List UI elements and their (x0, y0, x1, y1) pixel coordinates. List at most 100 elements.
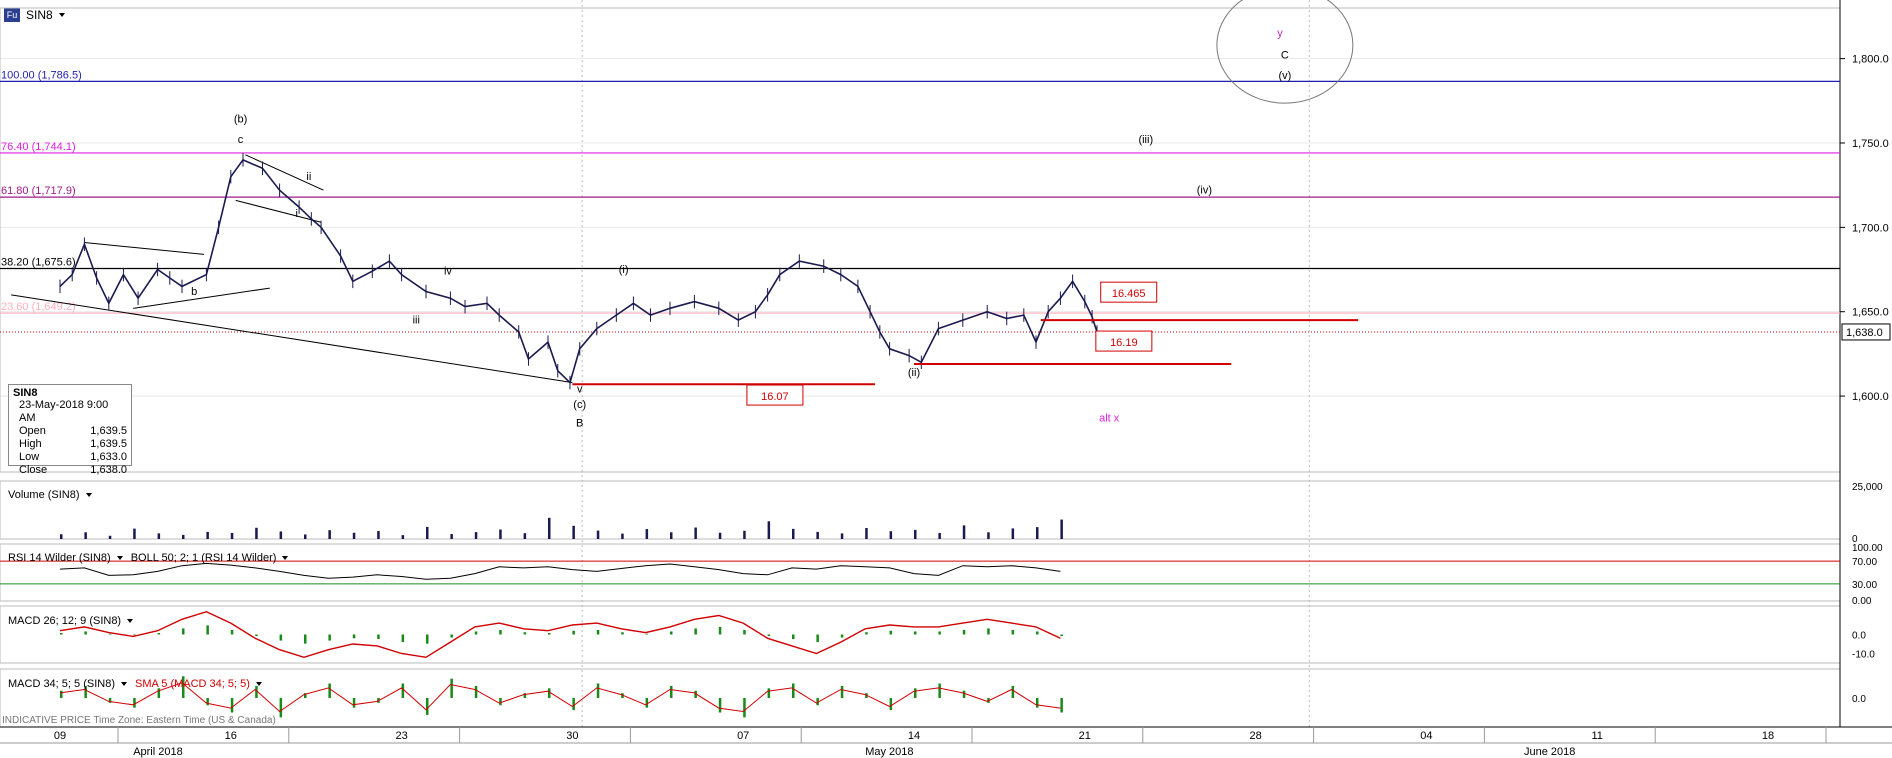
macd1-histogram-bar (499, 629, 502, 635)
macd2-panel-title[interactable]: MACD 34; 5; 5 (SIN8) SMA 5 (MACD 34; 5; 5… (8, 678, 262, 690)
macd1-histogram-bar (328, 634, 331, 641)
wave-label: y (1277, 28, 1283, 40)
macd1-histogram-bar (670, 631, 673, 635)
macd1-histogram-bar (352, 634, 356, 639)
volume-bar (670, 532, 673, 539)
volume-bar (255, 527, 258, 539)
macd1-histogram-bar (572, 630, 575, 635)
x-tick-label: 23 (395, 730, 407, 742)
x-tick-label: 21 (1079, 730, 1091, 742)
trend-line (235, 199, 322, 223)
ohlc-open-row: Open 1,639.5 (13, 425, 127, 438)
volume-panel-title[interactable]: Volume (SIN8) (8, 489, 92, 501)
ohlc-close-label: Close (19, 464, 48, 476)
macd2-histogram-bar (572, 698, 575, 711)
wave-label: (iv) (1197, 185, 1212, 197)
macd1-histogram-bar (474, 631, 478, 635)
macd2-histogram-bar (206, 698, 209, 706)
volume-bar (621, 533, 624, 539)
trend-line (11, 294, 573, 384)
panel-frame (0, 7, 1841, 473)
ohlc-open-value: 1,639.5 (90, 425, 127, 437)
macd2-histogram-bar (962, 690, 966, 698)
x-tick-label: 14 (908, 730, 920, 742)
macd1-histogram-bar (816, 634, 819, 643)
x-tick-label: 30 (566, 730, 578, 742)
volume-bar (1060, 519, 1063, 539)
volume-bar (572, 525, 575, 539)
volume-bar (352, 532, 356, 539)
macd2-histogram-bar (352, 698, 356, 708)
price-chart[interactable]: 100.00 (1,786.5) 76.40 (1,744.1) 61.80 (1,… (0, 0, 1892, 758)
macd1-tick-label: -10.0 (1852, 650, 1875, 661)
macd1-histogram-bar (889, 630, 893, 635)
macd1-histogram-bar (255, 634, 258, 637)
macd1-histogram-bar (182, 628, 185, 635)
ohlc-low-label: Low (19, 451, 40, 463)
volume-bar (792, 528, 795, 539)
chevron-down-icon[interactable] (116, 556, 123, 561)
indicative-price-note: INDICATIVE PRICE Time Zone: Eastern Time… (2, 715, 276, 726)
macd1-histogram-bar (1036, 631, 1039, 635)
macd1-histogram-bar (1060, 634, 1063, 637)
target-label: 16.07 (761, 391, 789, 403)
macd1-histogram-bar (914, 631, 917, 635)
rsi-tick-label: 100.00 (1852, 543, 1883, 554)
x-tick-label: 18 (1762, 730, 1774, 742)
ohlc-low-row: Low 1,633.0 (13, 451, 127, 464)
x-tick-label: 28 (1249, 730, 1261, 742)
panel-frame (0, 480, 1841, 540)
chevron-down-icon[interactable] (282, 556, 289, 561)
chevron-down-icon[interactable] (127, 619, 134, 624)
boll-title: BOLL 50; 2; 1 (RSI 14 Wilder) (130, 552, 277, 564)
volume-bar (938, 532, 941, 539)
fib-level-label: 100.00 (1,786.5) (1, 69, 82, 81)
macd1-histogram-bar (792, 634, 795, 640)
month-label: June 2018 (1524, 746, 1575, 758)
macd1-histogram-bar (548, 632, 551, 635)
macd2-histogram-bar (230, 698, 234, 713)
chevron-down-icon[interactable] (255, 682, 262, 687)
x-tick-label: 07 (737, 730, 749, 742)
volume-bar (450, 534, 453, 539)
chevron-down-icon[interactable] (120, 682, 127, 687)
macd1-histogram-bar (840, 634, 844, 638)
volume-bar (548, 517, 551, 539)
x-tick-label: 16 (225, 730, 237, 742)
volume-bar (523, 533, 527, 539)
target-label: 16.465 (1112, 288, 1146, 300)
last-price-label: 1,638.0 (1846, 327, 1883, 339)
volume-bar (987, 532, 990, 539)
panel-frame (0, 668, 1841, 728)
volume-bar (474, 532, 478, 539)
macd1-panel-title[interactable]: MACD 26; 12; 9 (SIN8) (8, 615, 134, 627)
fib-level-label: 38.20 (1,675.6) (1, 257, 76, 269)
trend-line (245, 154, 324, 191)
volume-bar (230, 532, 234, 539)
macd2-histogram-bar (499, 698, 502, 706)
wave-label: (ii) (908, 367, 920, 379)
volume-bar (60, 534, 63, 539)
volume-bar (767, 521, 771, 539)
macd2-histogram-bar (596, 683, 600, 698)
macd2-histogram-bar (328, 683, 331, 698)
volume-bar (1036, 527, 1039, 539)
macd2-histogram-bar (401, 683, 405, 698)
wave-label: iii (413, 315, 420, 327)
macd1-histogram-bar (377, 634, 380, 640)
macd2-histogram-bar (889, 698, 893, 711)
chevron-down-icon[interactable] (85, 493, 92, 498)
macd1-histogram-bar (621, 632, 624, 635)
wave-label: C (1281, 50, 1289, 62)
volume-bar (840, 533, 844, 539)
macd2-histogram-bar (718, 698, 722, 713)
ohlc-high-row: High 1,639.5 (13, 438, 127, 451)
rsi-tick-label: 0.00 (1852, 596, 1872, 607)
rsi-panel-title[interactable]: RSI 14 Wilder (SIN8) BOLL 50; 2; 1 (RSI 1… (8, 552, 289, 564)
macd1-histogram-bar (279, 634, 283, 641)
macd1-histogram-bar (84, 631, 87, 635)
macd1-histogram-bar (206, 625, 209, 635)
x-tick-label: 11 (1591, 730, 1602, 742)
volume-bar (377, 531, 380, 539)
macd1-histogram-bar (108, 633, 112, 635)
